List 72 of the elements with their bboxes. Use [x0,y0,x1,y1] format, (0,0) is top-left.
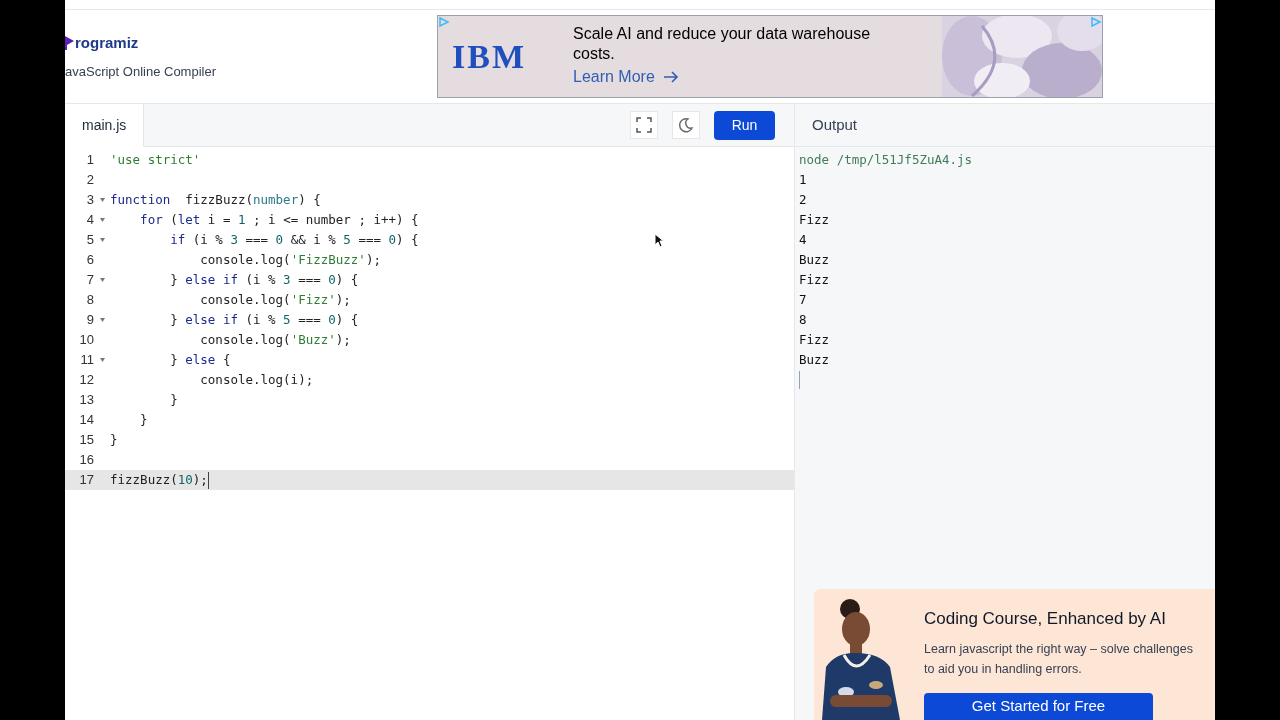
code-line: console.log('Fizz'); [199,290,351,309]
fold-arrow-icon[interactable] [99,358,105,362]
code-line: fizzBuzz(10); [110,470,208,489]
line-number: 5 [85,231,94,250]
code-line: } else if (i % 5 === 0) { [169,310,359,329]
get-started-button[interactable]: Get Started for Free [924,693,1153,720]
output-line: Fizz [799,330,831,349]
code-line: } [139,410,148,429]
fold-arrow-icon[interactable] [99,198,105,202]
code-line: } [110,430,118,449]
output-line: Buzz [799,250,831,269]
line-number: 14 [78,411,94,430]
line-number: 12 [78,371,94,390]
code-line: } [169,390,178,409]
run-button[interactable]: Run [714,110,775,140]
code-line: console.log('Buzz'); [199,330,351,349]
ad-banner[interactable]: IBM Scale AI and reduce your data warehouse costs. Learn More [437,15,1103,98]
moon-icon [678,117,694,133]
mouse-pointer-icon [654,233,664,248]
fullscreen-button[interactable] [630,111,658,139]
output-line: 2 [799,190,808,209]
code-line: 'use strict' [110,150,201,169]
logo-icon [65,35,75,50]
output-line: 4 [799,230,808,249]
code-line: if (i % 3 === 0 && i % 5 === 0) { [169,230,419,249]
output-line: Fizz [799,270,831,289]
ad-title: Coding Course, Enhanced by AI [924,608,1167,630]
code-line: } else { [169,350,231,369]
code-line: function fizzBuzz(number) { [110,190,321,209]
fold-arrow-icon[interactable] [99,278,105,282]
course-ad[interactable]: Coding Course, Enhanced by AI Learn javascript the right way – solve challenges to aid you in handling errors. Get Started for Free [814,589,1215,720]
code-line: for (let i = 1 ; i <= number ; i++) { [139,210,419,229]
logo-text[interactable]: rogramiz [75,31,139,54]
line-number: 8 [85,291,94,310]
output-line: 8 [799,310,808,329]
fullscreen-icon [636,117,652,133]
line-number: 16 [78,451,94,470]
line-number: 1 [85,151,94,170]
line-number: 3 [85,191,94,210]
output-command: node /tmp/l51Jf5ZuA4.js [799,150,974,169]
code-line: console.log('FizzBuzz'); [199,250,381,269]
line-number: 4 [85,211,94,230]
ad-headline: Scale AI and reduce your data warehouse costs. [573,24,872,64]
output-line: Buzz [799,350,831,369]
line-number: 17 [78,471,94,490]
arrow-icon [662,71,679,83]
line-number: 6 [85,251,94,270]
output-line: Fizz [799,210,831,229]
line-number: 2 [85,171,94,190]
line-number: 7 [85,271,94,290]
fold-arrow-icon[interactable] [99,318,105,322]
output-title: Output [812,114,858,135]
code-line: console.log(i); [199,370,314,389]
line-number: 10 [78,331,94,350]
dark-mode-button[interactable] [672,111,700,139]
brand-logo: IBM [452,39,526,74]
line-number: 9 [85,311,94,330]
ad-text: Learn javascript the right way – solve challenges [924,640,1193,658]
file-tab[interactable]: main.js [65,104,145,147]
line-number: 11 [79,351,94,370]
fold-arrow-icon[interactable] [99,218,105,222]
page-subtitle: avaScript Online Compiler [65,63,217,81]
output-line: 7 [799,290,808,309]
text-cursor [207,471,209,489]
ad-text: to aid you in handling errors. [924,661,1083,679]
learn-more-link[interactable]: Learn More [573,65,913,89]
line-number: 13 [78,391,94,410]
line-number: 15 [78,431,94,450]
fold-arrow-icon[interactable] [99,238,105,242]
code-line: } else if (i % 3 === 0) { [169,270,359,289]
output-line: 1 [799,170,808,189]
text-cursor [799,371,800,389]
